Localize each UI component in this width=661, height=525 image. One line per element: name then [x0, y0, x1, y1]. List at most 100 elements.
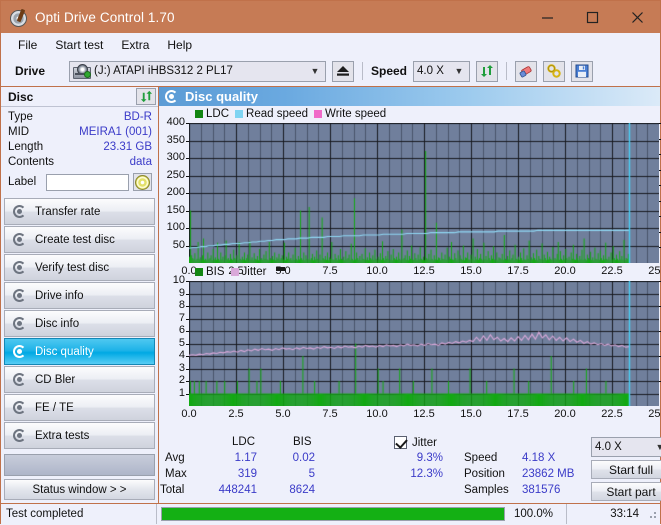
disc-icon	[13, 401, 27, 415]
resize-grip-icon[interactable]	[646, 508, 658, 520]
drive-select-value: (J:) ATAPI iHBS312 2 PL17	[94, 65, 307, 77]
save-icon	[575, 64, 589, 78]
disc-label-input[interactable]	[46, 174, 129, 191]
axis-tick	[186, 123, 189, 124]
cd-icon	[135, 175, 150, 190]
axis-tick	[186, 141, 189, 142]
status-window-button[interactable]: Status window > >	[4, 479, 155, 500]
x-axis-tick-label: 0.0	[181, 408, 196, 420]
status-bar: Test completed 100.0% 33:14	[1, 503, 660, 524]
disc-panel-title: Disc	[8, 90, 136, 104]
legend-label: Jitter	[242, 266, 267, 278]
stats-avg-ldc: 1.17	[221, 452, 257, 464]
x-axis-tick-label: 22.5	[601, 408, 622, 420]
axis-tick	[186, 246, 189, 247]
legend-entry-write-speed: Write speed	[314, 108, 386, 120]
menu-item-start-test[interactable]: Start test	[46, 35, 112, 55]
disc-quality-icon	[165, 90, 179, 104]
disc-icon	[13, 317, 27, 331]
disc-label-key: Label	[8, 176, 42, 188]
disc-refresh-button[interactable]	[136, 88, 156, 105]
y-axis-tick-label: 300	[167, 151, 185, 163]
stats-max-bis: 5	[283, 468, 315, 480]
y-axis-tick-label: 1	[179, 387, 185, 399]
eject-button[interactable]	[332, 61, 354, 82]
test-speed-select[interactable]: 4.0 X ▼	[591, 437, 661, 457]
stats-col-ldc: LDC	[232, 436, 255, 448]
sidebar-item-disc-quality[interactable]: Disc quality	[4, 338, 155, 365]
position-stat-value: 23862 MB	[522, 468, 574, 480]
application-window: Opti Drive Control 1.70 File Start test …	[0, 0, 661, 524]
y-axis-tick-label: 150	[167, 204, 185, 216]
y-axis-tick-label: 6	[179, 324, 185, 336]
y-axis-tick-label: 350	[167, 134, 185, 146]
sidebar-item-transfer-rate[interactable]: Transfer rate	[4, 198, 155, 225]
speed-select[interactable]: 4.0 X ▼	[413, 61, 470, 82]
sidebar-item-drive-info[interactable]: Drive info	[4, 282, 155, 309]
jitter-marker-icon	[276, 267, 285, 271]
x-axis-tick-label: 25.0	[648, 265, 661, 277]
chevron-down-icon: ▼	[652, 442, 661, 452]
x-axis-tick-label: 15.0	[460, 265, 481, 277]
title-bar: Opti Drive Control 1.70	[1, 1, 660, 33]
axis-tick	[186, 319, 189, 320]
content-panel: Disc quality LDC Read speed Write spe	[159, 87, 660, 503]
sidebar-item-fe-te[interactable]: FE / TE	[4, 394, 155, 421]
axis-tick	[186, 281, 189, 282]
eraser-button[interactable]	[515, 61, 537, 82]
y-axis-tick-label: 200	[167, 186, 185, 198]
save-button[interactable]	[571, 61, 593, 82]
sidebar-item-cd-bler[interactable]: CD Bler	[4, 366, 155, 393]
disc-label-row: Label	[8, 173, 152, 191]
samples-stat-value: 381576	[522, 484, 560, 496]
sidebar-item-verify-test-disc[interactable]: Verify test disc	[4, 254, 155, 281]
axis-tick	[186, 193, 189, 194]
stats-col-bis: BIS	[293, 436, 312, 448]
elapsed-time: 33:14	[567, 508, 646, 520]
jitter-checkbox[interactable]	[394, 436, 407, 449]
cd-label-button[interactable]	[133, 173, 152, 191]
legend-swatch	[195, 110, 203, 118]
stats-avg-bis: 0.02	[283, 452, 315, 464]
x-axis-tick-label: 2.5	[228, 408, 243, 420]
disc-icon	[13, 261, 27, 275]
x-axis-tick-label: 10.0	[366, 408, 387, 420]
axis-tick	[186, 369, 189, 370]
tools-button[interactable]	[543, 61, 565, 82]
main-body: Disc Type BD-R MID MEIRA1 (001)	[1, 87, 660, 503]
close-icon[interactable]	[615, 1, 660, 33]
menu-item-file[interactable]: File	[9, 35, 46, 55]
sidebar-item-label: Create test disc	[35, 234, 115, 246]
legend-label: BIS	[206, 266, 225, 278]
start-full-button[interactable]: Start full	[591, 460, 661, 479]
axis-tick	[186, 294, 189, 295]
refresh-button[interactable]	[476, 61, 498, 82]
start-part-button[interactable]: Start part	[591, 482, 661, 501]
sidebar-item-extra-tests[interactable]: Extra tests	[4, 422, 155, 449]
menu-item-help[interactable]: Help	[158, 35, 201, 55]
x-axis-tick-label: 12.5	[413, 408, 434, 420]
menu-item-extra[interactable]: Extra	[112, 35, 158, 55]
window-controls	[525, 1, 660, 33]
legend-swatch	[314, 110, 322, 118]
speed-select-value: 4.0 X	[417, 65, 451, 77]
minimize-icon[interactable]	[525, 1, 570, 33]
x-axis-tick-label: 17.5	[507, 265, 528, 277]
toolbar-divider	[362, 62, 363, 80]
sidebar-item-create-test-disc[interactable]: Create test disc	[4, 226, 155, 253]
legend-entry-bis: BIS	[195, 266, 225, 278]
sidebar-item-disc-info[interactable]: Disc info	[4, 310, 155, 337]
content-header: Disc quality	[159, 87, 660, 106]
axis-tick	[186, 356, 189, 357]
disc-icon	[13, 233, 27, 247]
sidebar-item-label: Transfer rate	[35, 206, 100, 218]
disc-icon	[13, 205, 27, 219]
x-axis-tick-label: 12.5	[413, 265, 434, 277]
y-axis-tick-label: 8	[179, 299, 185, 311]
maximize-icon[interactable]	[570, 1, 615, 33]
chevron-down-icon: ▼	[451, 66, 467, 76]
stats-panel: LDC BIS Avg 1.17 0.02 Max 319 5 Total 44…	[159, 435, 660, 503]
x-axis-tick-label: 20.0	[554, 265, 575, 277]
x-axis-tick-label: 7.5	[322, 265, 337, 277]
drive-select[interactable]: (J:) ATAPI iHBS312 2 PL17 ▼	[69, 61, 326, 82]
